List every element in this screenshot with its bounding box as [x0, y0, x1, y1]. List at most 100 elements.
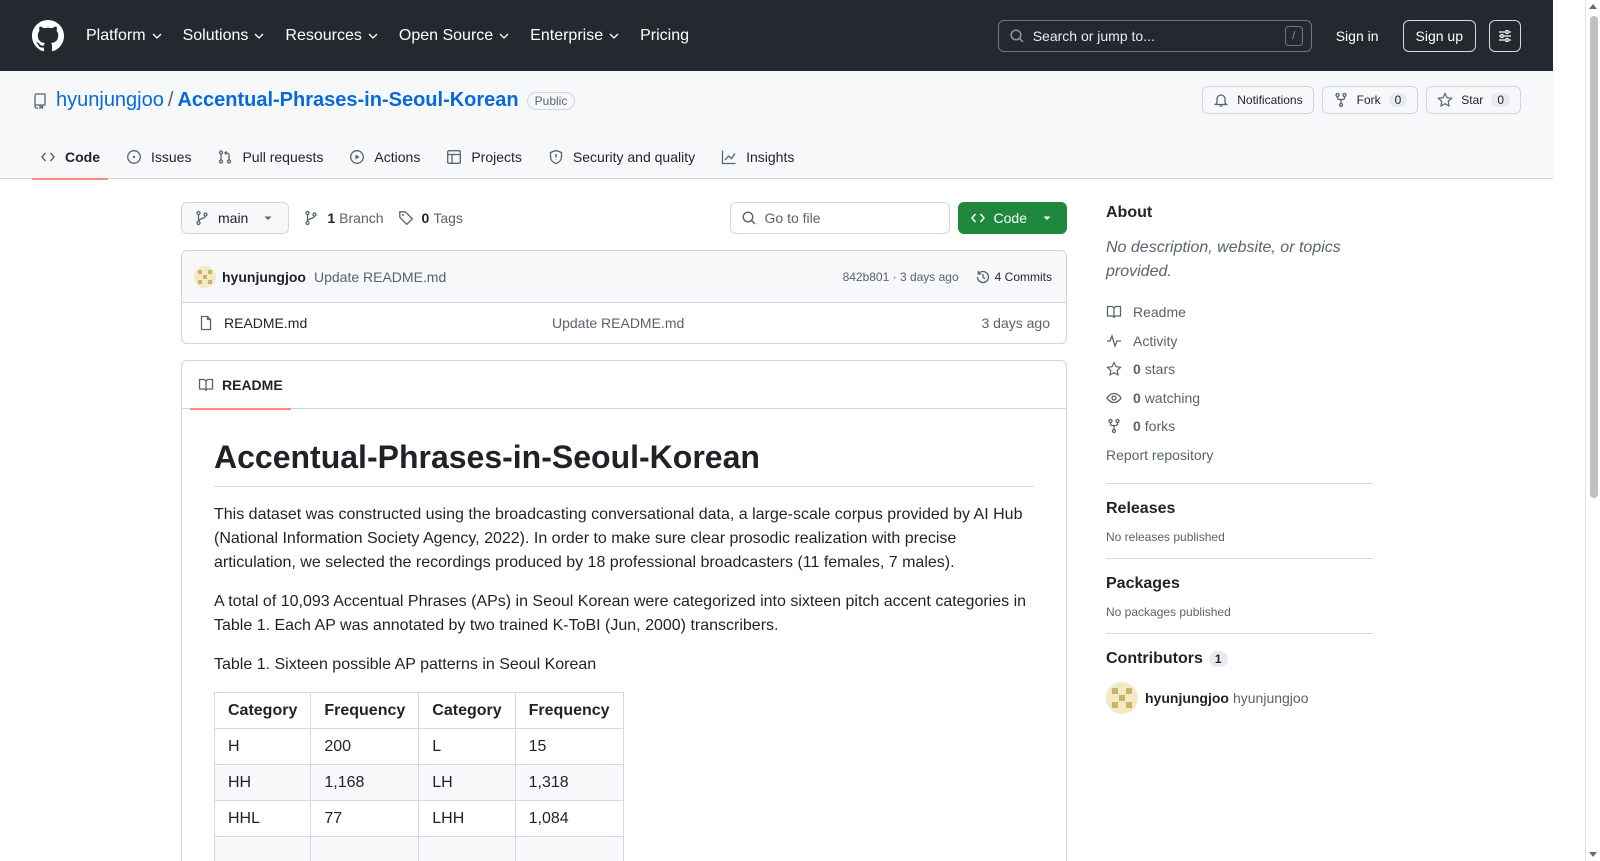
table-cell: 15 — [514, 728, 624, 765]
eye-icon — [1106, 392, 1122, 403]
repo-icon — [34, 92, 46, 109]
nav-label: Resources — [285, 26, 362, 44]
tab-code[interactable]: Code — [32, 135, 108, 180]
go-to-file-placeholder: Go to file — [764, 210, 821, 226]
tab-label: Pull requests — [242, 149, 324, 165]
nav-platform[interactable]: Platform — [86, 27, 163, 45]
contributor-item[interactable]: hyunjungjoo hyunjungjoo — [1106, 681, 1373, 714]
tab-issues[interactable]: Issues — [118, 135, 199, 179]
tab-readme[interactable]: README — [190, 361, 291, 410]
nav-resources[interactable]: Resources — [285, 27, 378, 45]
bell-icon — [1214, 94, 1229, 107]
avatar[interactable] — [194, 265, 216, 288]
table-cell — [213, 836, 312, 861]
fork-label: Fork — [1356, 93, 1381, 107]
page-scrollbar[interactable] — [1585, 0, 1600, 861]
tab-actions[interactable]: Actions — [341, 135, 428, 179]
nav-enterprise[interactable]: Enterprise — [530, 27, 620, 45]
search-icon — [1010, 28, 1024, 43]
commits-history-link[interactable]: 4 Commits — [975, 269, 1052, 285]
sign-in-link[interactable]: Sign in — [1336, 28, 1379, 44]
file-name-link[interactable]: README.md — [224, 315, 552, 331]
table-row: HHL 77 LHH 1,084 — [213, 800, 624, 837]
branch-selector[interactable]: main — [181, 202, 290, 234]
table-cell: HH — [213, 764, 312, 801]
nav-label: Enterprise — [530, 26, 604, 44]
tab-projects[interactable]: Projects — [438, 135, 530, 179]
readme-link[interactable]: Readme — [1106, 298, 1373, 327]
commit-author-link[interactable]: hyunjungjoo — [222, 269, 306, 285]
packages-section: Packages No packages published — [1106, 557, 1373, 619]
go-to-file-input[interactable]: Go to file — [729, 202, 950, 234]
contributor-login[interactable]: hyunjungjoo — [1145, 690, 1229, 706]
readme-title: Accentual-Phrases-in-Seoul-Korean — [214, 439, 1034, 487]
activity-link-label: Activity — [1133, 332, 1178, 349]
star-label: Star — [1461, 93, 1484, 107]
nav-pricing[interactable]: Pricing — [640, 27, 689, 45]
contributors-heading[interactable]: Contributors 1 — [1106, 650, 1373, 668]
tag-count: 0 — [421, 210, 430, 226]
table-cell: H — [213, 728, 312, 765]
report-repository-link[interactable]: Report repository — [1106, 441, 1373, 469]
table-caption: Table 1. Sixteen possible AP patterns in… — [214, 656, 597, 673]
forks-count: 0 — [1133, 418, 1141, 435]
commit-hash-time[interactable]: 842b801 · 3 days ago — [843, 270, 959, 284]
fork-button[interactable]: Fork 0 — [1321, 86, 1419, 114]
settings-sliders-icon[interactable] — [1489, 19, 1521, 52]
avatar[interactable] — [1106, 681, 1138, 714]
code-dropdown-button[interactable]: Code — [957, 202, 1067, 234]
branches-link[interactable]: 1 Branch — [303, 210, 384, 226]
table-row: H 200 L 15 — [213, 728, 624, 765]
scroll-up-arrow-icon[interactable] — [1589, 4, 1597, 9]
table-cell: LH — [418, 764, 516, 801]
tags-link[interactable]: 0 Tags — [398, 210, 463, 226]
scrollbar-thumb[interactable] — [1590, 16, 1598, 498]
file-commit-message[interactable]: Update README.md — [552, 315, 684, 331]
github-logo-icon[interactable] — [32, 19, 64, 52]
tab-pull-requests[interactable]: Pull requests — [209, 135, 331, 179]
issue-opened-icon — [127, 150, 141, 164]
releases-heading[interactable]: Releases — [1106, 500, 1373, 518]
tab-label: Security and quality — [572, 149, 696, 165]
repo-owner-link[interactable]: hyunjungjoo — [56, 89, 164, 112]
activity-link[interactable]: Activity — [1106, 327, 1373, 356]
chevron-down-icon — [152, 33, 162, 39]
star-button[interactable]: Star 0 — [1426, 86, 1521, 114]
notifications-label: Notifications — [1237, 93, 1303, 107]
notifications-button[interactable]: Notifications — [1202, 86, 1314, 114]
nav-open-source[interactable]: Open Source — [399, 27, 510, 45]
forks-label: forks — [1144, 418, 1176, 435]
stars-link[interactable]: 0 stars — [1106, 355, 1373, 384]
play-circle-icon — [350, 150, 365, 164]
file-row[interactable]: README.md Update README.md 3 days ago — [182, 303, 1066, 343]
global-search-input[interactable]: Search or jump to... / — [997, 19, 1312, 52]
table-cell — [310, 836, 420, 861]
contributors-section: Contributors 1 hyunjungjoo hyunjungjoo — [1106, 632, 1373, 714]
book-icon — [198, 378, 214, 392]
scroll-down-arrow-icon[interactable] — [1589, 852, 1597, 857]
sign-up-button[interactable]: Sign up — [1402, 19, 1476, 52]
tab-label: Code — [65, 149, 100, 165]
table-header-cell: Frequency — [514, 692, 624, 729]
about-heading: About — [1106, 204, 1153, 221]
table-cell — [418, 836, 516, 861]
nav-solutions[interactable]: Solutions — [183, 27, 266, 45]
readme-panel: README Accentual-Phrases-in-Seoul-Korean… — [181, 360, 1067, 861]
file-commit-time: 3 days ago — [981, 315, 1051, 331]
table-cell: 1,168 — [310, 764, 420, 801]
watching-link[interactable]: 0 watching — [1106, 384, 1373, 413]
repo-name-link[interactable]: Accentual-Phrases-in-Seoul-Korean — [177, 89, 518, 112]
tab-insights[interactable]: Insights — [713, 135, 802, 179]
fork-icon — [1108, 419, 1120, 434]
readme-tabbar: README — [182, 361, 1066, 410]
commit-message-link[interactable]: Update README.md — [314, 269, 446, 285]
repo-header: hyunjungjoo / Accentual-Phrases-in-Seoul… — [0, 71, 1553, 180]
code-icon — [41, 152, 55, 162]
tab-label: Actions — [374, 149, 421, 165]
table-row — [213, 836, 624, 861]
global-header: Platform Solutions Resources Open Source… — [0, 0, 1553, 71]
tab-label: Issues — [151, 149, 192, 165]
forks-link[interactable]: 0 forks — [1106, 412, 1373, 441]
tab-security[interactable]: Security and quality — [540, 135, 703, 179]
packages-heading[interactable]: Packages — [1106, 575, 1373, 593]
